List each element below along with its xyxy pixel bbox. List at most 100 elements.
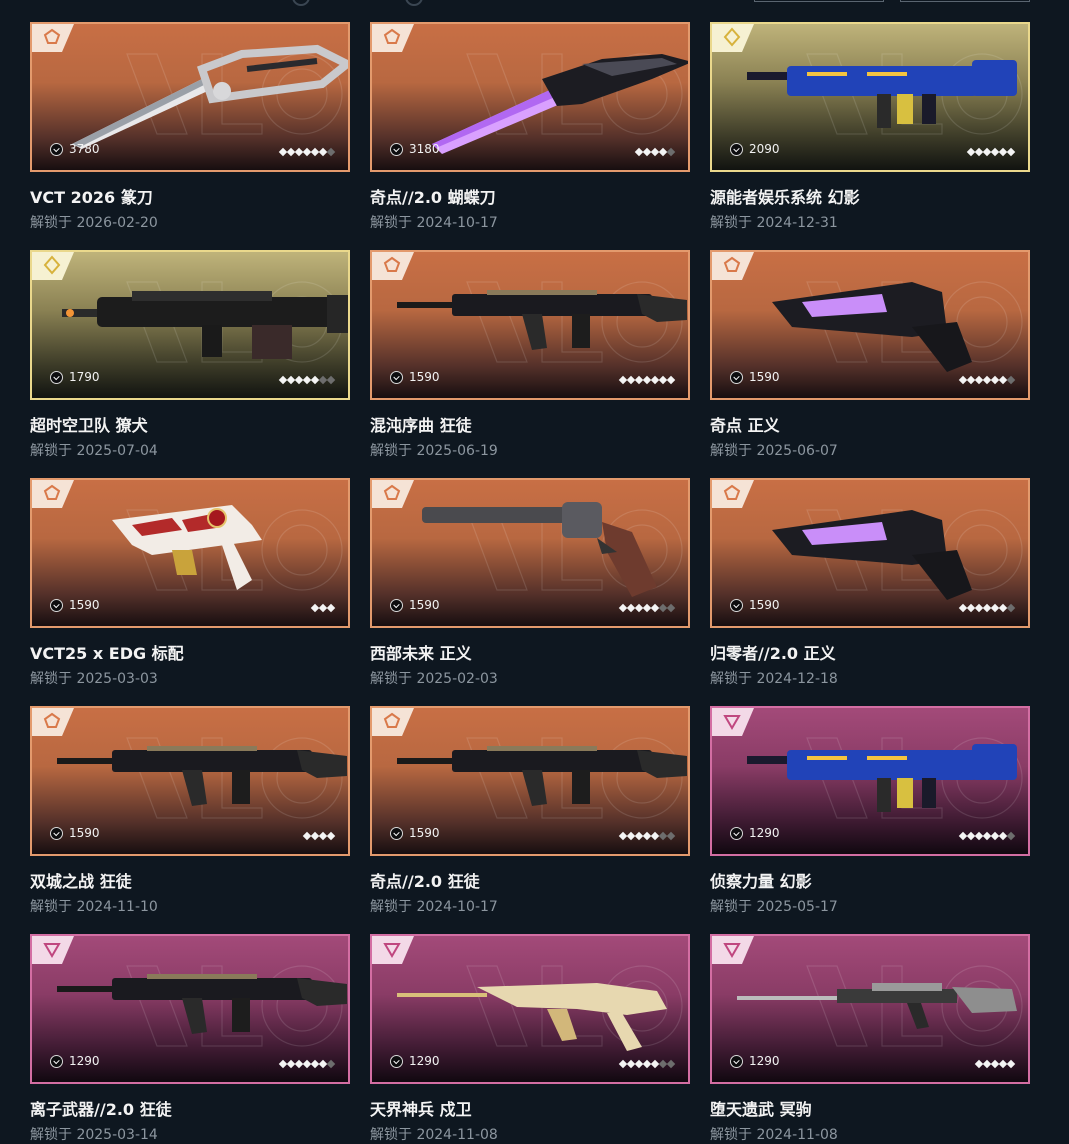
unlock-date: 解锁于 2025-05-17: [710, 896, 1030, 916]
level-star-icon: [1006, 603, 1016, 613]
level-stars: [958, 603, 1016, 613]
skin-thumbnail[interactable]: 1590: [710, 478, 1030, 628]
price-value: 1590: [749, 598, 780, 612]
price-value: 1590: [69, 598, 100, 612]
skin-thumbnail[interactable]: 1590: [370, 706, 690, 856]
skin-card[interactable]: 3180 奇点//2.0 蝴蝶刀解锁于 2024-10-17: [370, 22, 690, 232]
unlock-prefix: 解锁于: [30, 1127, 72, 1143]
vp-currency-icon: [730, 826, 743, 840]
unlock-date: 解锁于 2024-10-17: [370, 212, 690, 232]
level-stars: [618, 1059, 676, 1069]
price-tag: 1290: [50, 1054, 100, 1068]
unlock-date: 解锁于 2025-07-04: [30, 440, 350, 460]
skin-card[interactable]: 1590 双城之战 狂徒 解锁于 2024-11-10: [30, 706, 350, 916]
level-stars: [958, 375, 1016, 385]
skin-name: 超时空卫队 獠犬: [30, 416, 148, 435]
skin-thumbnail[interactable]: 1290: [370, 934, 690, 1084]
skin-name: 归零者//2.0 正义: [710, 644, 836, 663]
skin-card[interactable]: 1290 侦察力量 幻影解锁于 2025-05-17: [710, 706, 1030, 916]
top-toolbar: [0, 0, 1069, 6]
skin-card[interactable]: 1290 离子武器//2.0 狂徒 解锁于 2025-03-14: [30, 934, 350, 1144]
filter-select[interactable]: [754, 0, 884, 2]
level-stars: [966, 147, 1016, 157]
level-stars: [634, 147, 676, 157]
vp-currency-icon: [730, 142, 743, 156]
level-star-icon: [1006, 375, 1016, 385]
skin-card[interactable]: 1290 堕天遗武 冥驹 解锁于 2024-11-08: [710, 934, 1030, 1144]
unlock-date-value: 2025-03-03: [76, 671, 158, 687]
unlock-prefix: 解锁于: [30, 443, 72, 459]
price-tag: 3780: [50, 142, 100, 156]
skin-thumbnail[interactable]: 1590: [30, 706, 350, 856]
unlock-date-value: 2024-12-18: [756, 671, 838, 687]
vp-currency-icon: [390, 1054, 403, 1068]
skin-thumbnail[interactable]: 3180: [370, 22, 690, 172]
level-stars: [310, 603, 336, 613]
skin-thumbnail[interactable]: 2090: [710, 22, 1030, 172]
skin-card[interactable]: 1590 奇点 正义 解锁于 2025-06-07: [710, 250, 1030, 460]
skin-thumbnail[interactable]: 1590: [370, 478, 690, 628]
level-star-icon: [326, 831, 336, 841]
skin-thumbnail[interactable]: 1290: [710, 934, 1030, 1084]
vp-currency-icon: [730, 370, 743, 384]
unlock-date: 解锁于 2025-03-03: [30, 668, 350, 688]
unlock-prefix: 解锁于: [370, 215, 412, 231]
skin-thumbnail[interactable]: 1790: [30, 250, 350, 400]
skin-thumbnail[interactable]: 1590: [710, 250, 1030, 400]
skin-card[interactable]: 1590 混沌序曲 狂徒 解锁于 2025-06-19: [370, 250, 690, 460]
unlock-prefix: 解锁于: [370, 671, 412, 687]
skin-card[interactable]: 1590 西部未来 正义解锁于 2025-02-03: [370, 478, 690, 688]
unlock-date: 解锁于 2025-06-19: [370, 440, 690, 460]
level-star-icon: [326, 603, 336, 613]
skin-name: 离子武器//2.0 狂徒: [30, 1100, 172, 1119]
unlock-date-value: 2025-06-19: [416, 443, 498, 459]
skin-thumbnail[interactable]: 3780: [30, 22, 350, 172]
skin-name: 西部未来 正义: [370, 644, 472, 663]
unlock-date: 解锁于 2025-06-07: [710, 440, 1030, 460]
radio-icon[interactable]: [405, 0, 423, 6]
skin-thumbnail[interactable]: 1590: [30, 478, 350, 628]
skin-card[interactable]: 1290 天界神兵 戍卫 解锁于 2024-11-08: [370, 934, 690, 1144]
level-star-icon: [666, 147, 676, 157]
skin-thumbnail[interactable]: 1590: [370, 250, 690, 400]
skin-name: VCT25 x EDG 标配: [30, 644, 184, 663]
level-stars: [278, 147, 336, 157]
unlock-prefix: 解锁于: [370, 1127, 412, 1143]
level-star-icon: [1006, 147, 1016, 157]
vp-currency-icon: [50, 370, 63, 384]
unlock-prefix: 解锁于: [30, 899, 72, 915]
skin-name: 奇点//2.0 蝴蝶刀: [370, 188, 496, 207]
unlock-date-value: 2026-02-20: [76, 215, 158, 231]
price-tag: 1590: [390, 826, 440, 840]
skin-card[interactable]: 2090 源能者娱乐系统 幻影 解锁于 2024-12-31: [710, 22, 1030, 232]
vp-currency-icon: [390, 598, 403, 612]
sort-select[interactable]: [900, 0, 1030, 2]
skin-name: 侦察力量 幻影: [710, 872, 812, 891]
unlock-date: 解锁于 2026-02-20: [30, 212, 350, 232]
unlock-prefix: 解锁于: [370, 443, 412, 459]
price-tag: 1590: [50, 598, 100, 612]
skin-card[interactable]: 1590 VCT25 x EDG 标配解锁于 2025-03-03: [30, 478, 350, 688]
skin-card[interactable]: 1590 奇点//2.0 狂徒 解锁于 2024-10-17: [370, 706, 690, 916]
skin-name: 双城之战 狂徒: [30, 872, 132, 891]
level-star-icon: [326, 147, 336, 157]
level-stars: [618, 603, 676, 613]
skin-thumbnail[interactable]: 1290: [30, 934, 350, 1084]
unlock-prefix: 解锁于: [370, 899, 412, 915]
price-value: 1290: [69, 1054, 100, 1068]
level-star-icon: [326, 1059, 336, 1069]
unlock-prefix: 解锁于: [30, 215, 72, 231]
vp-currency-icon: [50, 598, 63, 612]
skin-card[interactable]: 1590 归零者//2.0 正义 解锁于 2024-12-18: [710, 478, 1030, 688]
unlock-date: 解锁于 2025-02-03: [370, 668, 690, 688]
skin-card[interactable]: 1790 超时空卫队 獠犬解锁于 2025-07-04: [30, 250, 350, 460]
skin-thumbnail[interactable]: 1290: [710, 706, 1030, 856]
price-tag: 1290: [730, 1054, 780, 1068]
unlock-date-value: 2025-03-14: [76, 1127, 158, 1143]
unlock-prefix: 解锁于: [710, 215, 752, 231]
radio-icon[interactable]: [292, 0, 310, 6]
price-tag: 1590: [730, 370, 780, 384]
vp-currency-icon: [50, 142, 63, 156]
level-star-icon: [1006, 1059, 1016, 1069]
skin-card[interactable]: 3780 VCT 2026 篆刀 解锁于 2026-02-20: [30, 22, 350, 232]
